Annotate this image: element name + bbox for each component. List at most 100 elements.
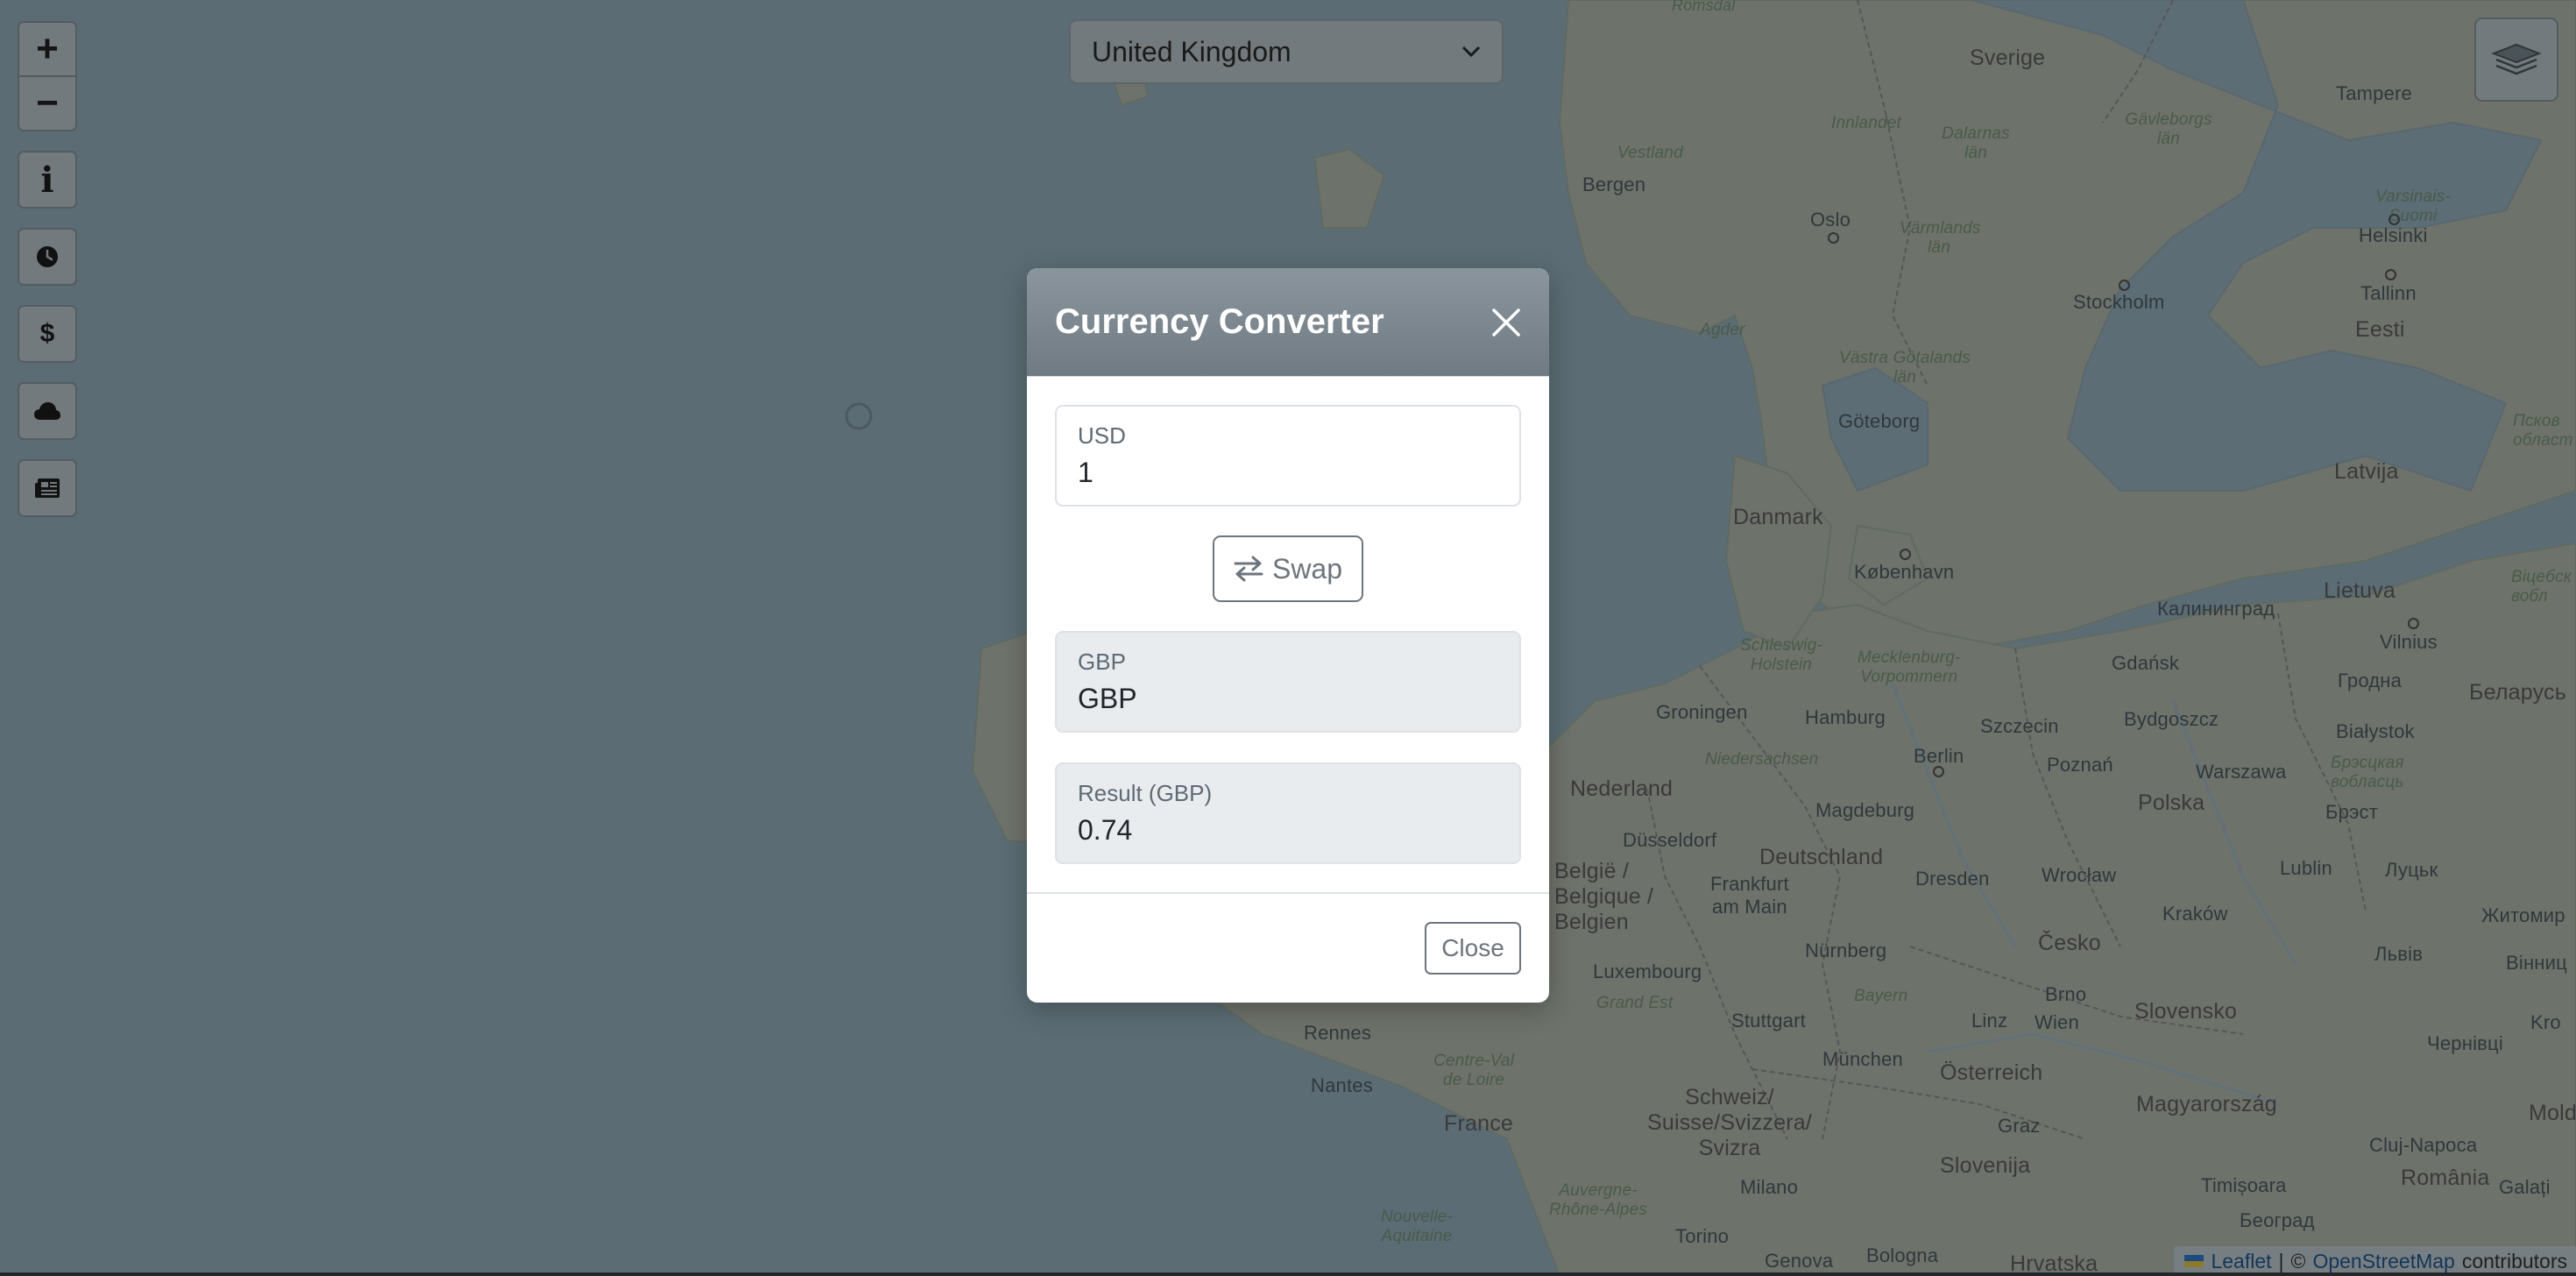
country-select[interactable]: United Kingdom <box>1069 19 1504 84</box>
swap-label: Swap <box>1271 552 1343 585</box>
zoom-control: + − <box>18 21 77 131</box>
map-label: Kro <box>2530 1011 2561 1033</box>
currency-button[interactable]: $ <box>18 305 77 363</box>
map-label: Niedersachsen <box>1705 750 1819 769</box>
city-dot <box>2385 269 2396 280</box>
cloud-icon <box>34 402 60 420</box>
map-label: Львів <box>2374 943 2424 965</box>
map-label: Innlandet <box>1831 114 1901 132</box>
map-label: Magdeburg <box>1815 799 1915 821</box>
city-dot <box>1933 766 1944 777</box>
map-label: Гродна <box>2338 670 2403 691</box>
map-label: Vilnius <box>2380 631 2438 653</box>
map-label: München <box>1822 1048 1903 1070</box>
zoom-in-button[interactable]: + <box>19 23 75 75</box>
map-label: Torino <box>1675 1225 1730 1247</box>
map-label: Oslo <box>1810 209 1851 230</box>
map-label: België / Belgique / Belgien <box>1554 859 1654 934</box>
map-label: Чернівці <box>2427 1032 2503 1054</box>
map-label: Брэсцкая вобласць <box>2331 754 2404 791</box>
map-label: Danmark <box>1733 505 1823 529</box>
layers-button[interactable] <box>2474 18 2558 102</box>
result-value: 0.74 <box>1078 814 1133 846</box>
map-label: Vestland <box>1617 144 1683 162</box>
bottom-edge <box>0 1272 2576 1276</box>
osm-link[interactable]: OpenStreetMap <box>2312 1250 2454 1273</box>
amount-field-value[interactable]: 1 <box>1078 457 1498 489</box>
clock-button[interactable] <box>18 228 77 286</box>
map-label: Galați <box>2499 1176 2551 1198</box>
close-button[interactable]: Close <box>1425 922 1521 975</box>
swap-row: Swap <box>1055 507 1521 631</box>
info-button[interactable]: i <box>18 151 77 209</box>
map-label: Житомир <box>2481 904 2565 926</box>
map-label: Varsinais-Suomi <box>2375 188 2451 225</box>
leaflet-link[interactable]: Leaflet <box>2211 1250 2271 1273</box>
map-label: Berlin <box>1914 745 1964 767</box>
map-label: Луцьк <box>2385 859 2438 881</box>
clock-icon <box>37 246 58 267</box>
ukraine-flag-icon <box>2184 1255 2204 1267</box>
city-dot <box>2408 618 2419 629</box>
map-label: København <box>1854 561 1955 583</box>
map-label: Göteborg <box>1838 410 1921 432</box>
map-label: Вінниц <box>2506 952 2567 974</box>
map-label: Nederland <box>1570 776 1674 801</box>
map-label: Centre-Val de Loire <box>1433 1052 1515 1089</box>
modal-title: Currency Converter <box>1055 302 1384 341</box>
modal-header: Currency Converter <box>1027 268 1549 377</box>
map-label: Schleswig- Holstein <box>1740 636 1822 674</box>
map-label: Helsinki <box>2359 224 2428 246</box>
target-currency-value: GBP <box>1078 683 1137 714</box>
result-label: Result (GBP) <box>1078 780 1213 806</box>
city-dot <box>2388 214 2400 225</box>
map-label: Schweiz/ Suisse/Svizzera/ Svizra <box>1647 1085 1812 1160</box>
city-dot <box>1900 549 1911 560</box>
map-label: Псков област <box>2513 412 2573 450</box>
layers-icon <box>2491 43 2542 75</box>
map-label: Poznań <box>2047 754 2113 776</box>
info-icon: i <box>40 159 54 201</box>
map-label: Genova <box>1765 1250 1834 1272</box>
attribution-copyright: © <box>2290 1249 2306 1272</box>
map-label: Bayern <box>1854 987 1908 1005</box>
news-button[interactable] <box>18 459 77 517</box>
map-label: Віцебск вобл <box>2511 568 2572 606</box>
map-label: România <box>2401 1166 2490 1190</box>
amount-field[interactable]: USD 1 <box>1055 405 1521 507</box>
map-label: Groningen <box>1656 701 1748 723</box>
map-label: Gdańsk <box>2112 652 2180 674</box>
swap-button[interactable]: Swap <box>1213 535 1363 602</box>
map-label: Nürnberg <box>1805 939 1887 961</box>
city-dot <box>2119 280 2130 291</box>
map-label: Bergen <box>1582 174 1646 195</box>
close-icon[interactable] <box>1491 308 1521 337</box>
map-label: Graz <box>1998 1115 2041 1137</box>
country-select-value: United Kingdom <box>1092 35 1292 67</box>
chevron-down-icon <box>1461 46 1481 58</box>
map-label: Београд <box>2240 1209 2315 1231</box>
map-label: Värmlands län <box>1900 219 1981 257</box>
zoom-out-button[interactable]: − <box>19 75 75 130</box>
map-label: Brno <box>2045 983 2087 1005</box>
dollar-icon: $ <box>39 319 55 348</box>
newspaper-icon <box>35 478 60 498</box>
map-label: Stockholm <box>2073 291 2165 313</box>
map-label: France <box>1444 1111 1514 1136</box>
map-label: Kraków <box>2162 903 2228 925</box>
map-label: Tallinn <box>2360 282 2417 304</box>
currency-converter-modal: Currency Converter USD 1 Swap GBP GBP Re… <box>1027 268 1549 1003</box>
map-label: Slovensko <box>2134 999 2238 1024</box>
map-label: Stuttgart <box>1731 1010 1806 1031</box>
map-label: Agder <box>1700 321 1745 339</box>
result-field: Result (GBP) 0.74 <box>1055 762 1521 864</box>
target-currency-field[interactable]: GBP GBP <box>1055 631 1521 733</box>
swap-arrows-icon <box>1234 556 1263 582</box>
map-label: Slovenija <box>1940 1153 2031 1178</box>
map-label: Österreich <box>1940 1060 2043 1085</box>
map-label: Dalarnas län <box>1942 124 2010 162</box>
map-label: Nantes <box>1311 1074 1373 1096</box>
map-label: Eesti <box>2355 317 2405 342</box>
map-label: Milano <box>1740 1176 1799 1198</box>
weather-button[interactable] <box>18 382 77 440</box>
